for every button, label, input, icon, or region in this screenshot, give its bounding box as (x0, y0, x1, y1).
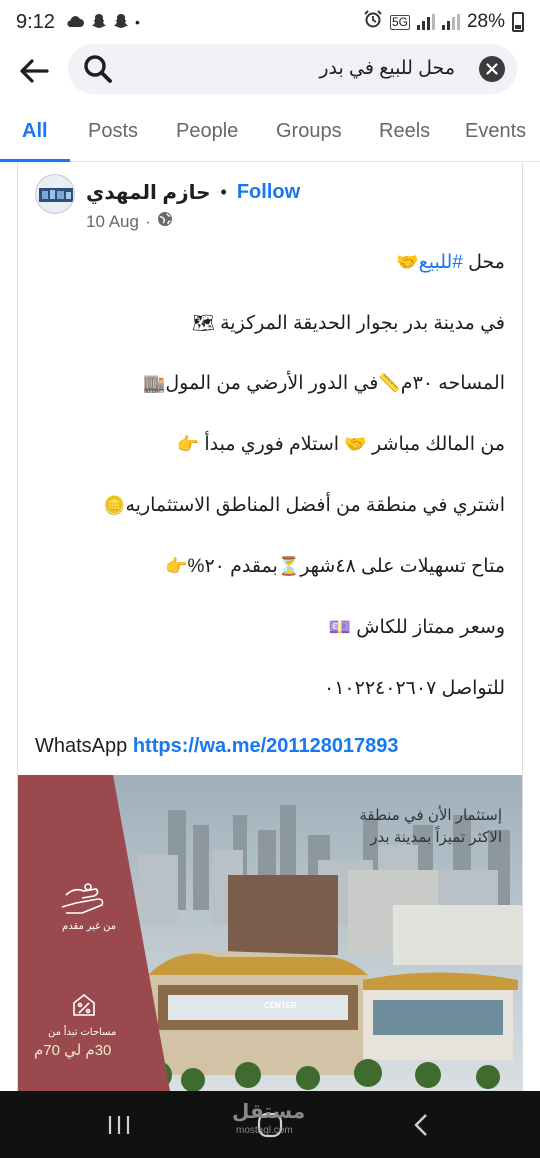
post-text: من المالك مباشر (372, 434, 505, 455)
tab-all[interactable]: All (22, 100, 48, 162)
recent-apps-icon (108, 1115, 130, 1134)
author-line: حازم المهدي • Follow (86, 177, 300, 207)
post-line-1: محل #للبيع🤝 (25, 249, 505, 277)
whatsapp-line: WhatsApp https://wa.me/201128017893 (35, 735, 399, 758)
post-text: في مدينة بدر بجوار الحديقة المركزية (220, 313, 505, 334)
ad-headline-line-1: إستثمار الأن في منطقة (359, 807, 502, 824)
snapchat-icon (91, 13, 107, 32)
recent-apps-button[interactable] (74, 1091, 164, 1158)
tab-reels[interactable]: Reels (379, 100, 430, 162)
active-tab-indicator (0, 159, 70, 162)
notification-dot: • (134, 14, 140, 30)
status-time: 9:12 (16, 10, 55, 33)
chevron-left-icon (414, 1113, 427, 1136)
close-icon (486, 63, 498, 75)
banknote-icon: 💷 (328, 617, 351, 638)
pointing-hand-icon: 👉 (165, 556, 188, 577)
ad-area-range: 30م لي 70م (34, 1042, 112, 1059)
handshake-icon: 🤝 (396, 252, 419, 273)
search-input[interactable]: محل للبيع في بدر (68, 44, 517, 94)
post-text: استلام فوري مبدأ (199, 434, 345, 455)
status-bar: 9:12 • 5G 28% (0, 0, 540, 44)
separator-dot: • (220, 181, 227, 202)
battery-icon (512, 12, 524, 32)
ad-sign: CENTER (264, 1001, 297, 1010)
tab-groups[interactable]: Groups (276, 100, 342, 162)
post-card: حازم المهدي • Follow 10 Aug · محل #للبيع… (17, 163, 523, 1091)
post-line-4: من المالك مباشر 🤝 استلام فوري مبدأ 👉 (25, 431, 505, 459)
mall-icon: 🏬 (142, 373, 166, 394)
post-line-6: متاح تسهيلات على ٤٨شهر⏳بمقدم ٢٠%👉 (25, 553, 505, 581)
ad-headline: إستثمار الأن في منطقة الاكثر تميزاً بمدي… (359, 805, 502, 849)
tab-events[interactable]: Events (465, 100, 526, 162)
hourglass-icon: ⏳ (277, 556, 301, 577)
search-tabs: All Posts People Groups Reels Events (0, 100, 540, 162)
snapchat-icon-2 (113, 13, 129, 32)
watermark-logo: مستقل (232, 1101, 306, 1123)
post-text: بمقدم ٢٠% (187, 556, 278, 577)
cloud-icon (65, 14, 85, 31)
status-right: 5G 28% (363, 9, 524, 35)
search-icon (82, 53, 114, 85)
whatsapp-label: WhatsApp (35, 735, 128, 757)
whatsapp-link[interactable]: https://wa.me/201128017893 (133, 735, 399, 757)
ad-no-downpayment: من غير مقدم (62, 921, 117, 932)
ad-headline-line-2: الاكثر تميزاً بمدينة بدر (370, 829, 502, 846)
search-query[interactable]: محل للبيع في بدر (319, 44, 455, 94)
system-nav-bar: مستقل mostaql.com (0, 1091, 540, 1158)
back-button[interactable] (0, 44, 68, 98)
handshake-icon: 🤝 (344, 434, 367, 455)
follow-button[interactable]: Follow (237, 181, 300, 204)
post-image[interactable]: إستثمار الأن في منطقة الاكثر تميزاً بمدي… (18, 775, 522, 1091)
pointing-hand-icon: 👉 (176, 434, 200, 455)
back-nav-button[interactable] (376, 1091, 466, 1158)
clear-search-button[interactable] (479, 56, 505, 82)
post-text: اشتري في منطقة من أفضل المناطق الاستثمار… (125, 495, 505, 516)
signal-icon-2 (441, 14, 460, 30)
post-text: وسعر ممتاز للكاش (356, 617, 505, 638)
tab-people[interactable]: People (176, 100, 238, 162)
post-date[interactable]: 10 Aug (86, 212, 139, 232)
alarm-icon (363, 9, 383, 35)
post-line-7: وسعر ممتاز للكاش 💷 (25, 614, 505, 642)
post-text: المساحه ٣٠م (400, 373, 505, 394)
post-line-8: للتواصل ٠١٠٢٢٤٠٢٦٠٧ (25, 675, 505, 703)
battery-percent: 28% (466, 11, 505, 32)
globe-icon (157, 211, 173, 232)
ruler-icon: 📏 (378, 373, 401, 394)
network-type-badge: 5G (389, 14, 410, 30)
post-meta: 10 Aug · (86, 211, 173, 232)
meta-separator: · (144, 211, 151, 231)
tab-posts[interactable]: Posts (88, 100, 138, 162)
signal-icon (416, 14, 435, 30)
watermark-url: mostaql.com (236, 1125, 293, 1136)
back-arrow-icon (20, 59, 49, 83)
post-line-3: المساحه ٣٠م📏في الدور الأرضي من المول🏬 (25, 370, 505, 398)
coin-icon: 🪙 (103, 495, 126, 516)
avatar[interactable] (35, 174, 75, 214)
map-icon: 🗺 (191, 313, 215, 334)
status-left: 9:12 • (16, 11, 140, 34)
post-line-5: اشتري في منطقة من أفضل المناطق الاستثمار… (25, 492, 505, 520)
post-text: في الدور الأرضي من المول (165, 373, 379, 394)
post-text: متاح تسهيلات على ٤٨شهر (300, 556, 505, 577)
hashtag-link[interactable]: #للبيع (419, 252, 463, 273)
search-header: محل للبيع في بدر (0, 44, 540, 98)
author-name[interactable]: حازم المهدي (86, 180, 211, 205)
post-line-2: في مدينة بدر بجوار الحديقة المركزية 🗺 (25, 310, 505, 338)
ad-areas-label: مساحات تبدأ من (48, 1027, 117, 1038)
post-text: محل (462, 252, 505, 273)
post-text: للتواصل ٠١٠٢٢٤٠٢٦٠٧ (324, 678, 505, 699)
